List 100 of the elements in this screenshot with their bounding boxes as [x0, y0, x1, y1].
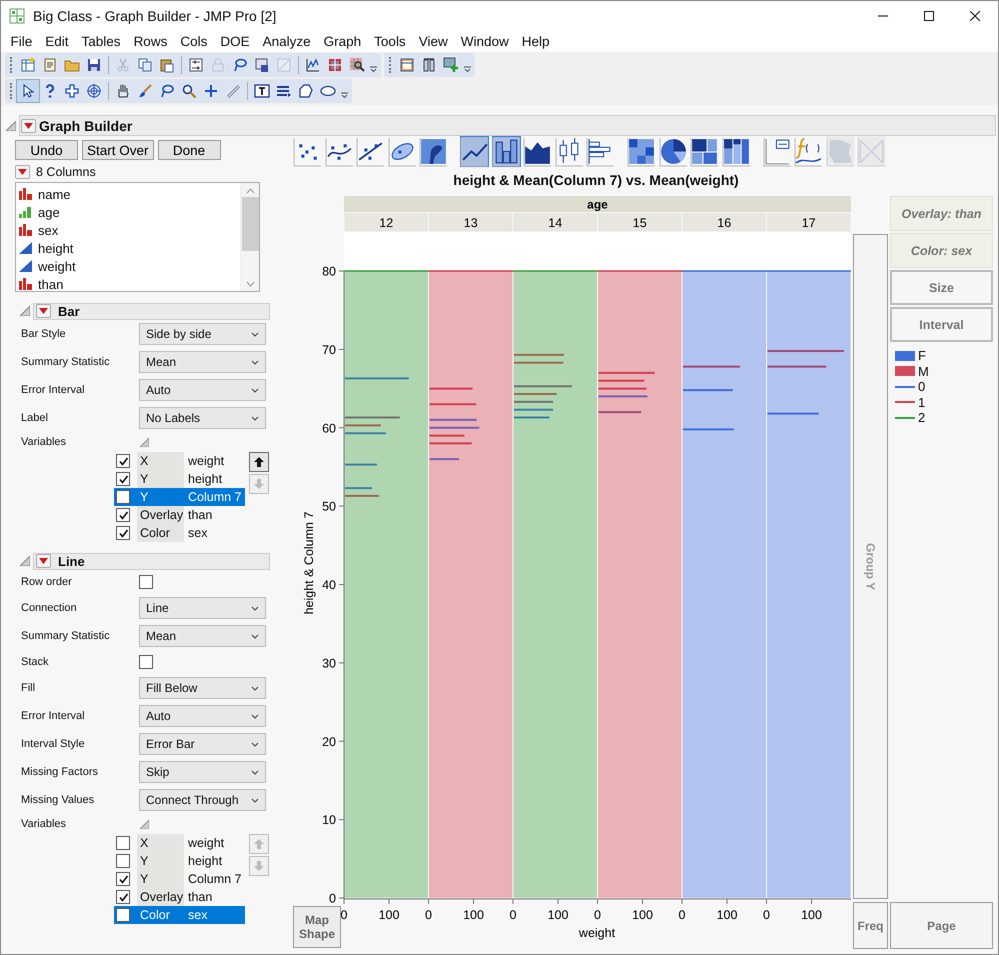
- histogram-icon[interactable]: [586, 136, 615, 167]
- lasso-icon[interactable]: [232, 57, 248, 73]
- column-item[interactable]: sex: [16, 221, 240, 239]
- drop-zone[interactable]: Color: sex: [890, 233, 993, 268]
- script-icon[interactable]: [42, 57, 58, 73]
- polygon-icon[interactable]: [298, 83, 314, 99]
- menu-item[interactable]: Analyze: [256, 34, 318, 49]
- menu-item[interactable]: Cols: [174, 34, 214, 49]
- section-header[interactable]: Line: [33, 552, 270, 570]
- target-icon[interactable]: [86, 83, 102, 99]
- pie-chart-icon[interactable]: [658, 136, 688, 167]
- checkbox[interactable]: [139, 575, 153, 589]
- menu-item[interactable]: File: [4, 34, 39, 49]
- table-icon[interactable]: [399, 57, 415, 73]
- menu-item[interactable]: Graph: [317, 34, 368, 49]
- variable-row[interactable]: Y height: [114, 852, 245, 870]
- checkbox[interactable]: [116, 526, 130, 540]
- variable-row[interactable]: Y height: [114, 470, 245, 488]
- ruler-icon[interactable]: [225, 83, 241, 99]
- scrollbar[interactable]: [240, 183, 259, 291]
- formula-icon[interactable]: [794, 136, 823, 167]
- checkbox[interactable]: [116, 890, 130, 904]
- grid-icon[interactable]: [327, 57, 343, 73]
- variable-row[interactable]: Color sex: [114, 906, 245, 924]
- dropdown[interactable]: Connect Through: [139, 789, 266, 811]
- drop-zone[interactable]: Size: [890, 270, 993, 305]
- add-image-icon[interactable]: [443, 57, 459, 73]
- menu-button[interactable]: [15, 165, 30, 179]
- dropdown[interactable]: Auto: [139, 705, 266, 727]
- sliders-icon[interactable]: [188, 57, 204, 73]
- collapse-icon[interactable]: [6, 120, 16, 130]
- menu-button[interactable]: [36, 304, 51, 318]
- grid-search-icon[interactable]: [349, 57, 365, 73]
- menu-item[interactable]: DOE: [214, 34, 256, 49]
- points-icon[interactable]: [293, 136, 322, 167]
- box-plot-icon[interactable]: [554, 136, 584, 167]
- checkbox[interactable]: [116, 472, 130, 486]
- lasso-icon[interactable]: [159, 83, 175, 99]
- area-chart-icon[interactable]: [523, 136, 552, 167]
- menu-button[interactable]: [36, 554, 51, 568]
- column-item[interactable]: than: [16, 275, 240, 293]
- lines-icon[interactable]: [276, 83, 292, 99]
- search-icon[interactable]: [181, 83, 197, 99]
- save-report-icon[interactable]: [254, 57, 270, 73]
- heatmap-icon[interactable]: [627, 136, 656, 167]
- dropdown[interactable]: Side by side: [139, 323, 266, 345]
- checkbox[interactable]: [116, 854, 130, 868]
- menu-button[interactable]: [21, 118, 36, 132]
- dropdown[interactable]: Line: [139, 597, 266, 619]
- menu-item[interactable]: Help: [515, 34, 556, 49]
- menu-item[interactable]: Edit: [38, 34, 76, 49]
- column-list[interactable]: name age sex height weight than: [15, 182, 260, 292]
- section-header[interactable]: Bar: [33, 302, 270, 320]
- plus-icon[interactable]: [203, 83, 219, 99]
- collapse-icon[interactable]: [20, 556, 30, 566]
- dropdown[interactable]: Error Bar: [139, 733, 266, 755]
- ellipse-icon[interactable]: [320, 83, 336, 99]
- brush-icon[interactable]: [137, 83, 153, 99]
- toolbar-button[interactable]: Start Over: [82, 140, 154, 160]
- variable-row[interactable]: Y Column 7: [114, 488, 245, 506]
- collapse-icon[interactable]: [20, 306, 30, 316]
- line-graph-icon[interactable]: [305, 57, 321, 73]
- checkbox[interactable]: [116, 490, 130, 504]
- columns-icon[interactable]: [421, 57, 437, 73]
- column-item[interactable]: name: [16, 185, 240, 203]
- collapse-icon[interactable]: [139, 819, 149, 829]
- checkbox[interactable]: [116, 908, 130, 922]
- bar-chart-icon[interactable]: [492, 136, 520, 167]
- panel-header[interactable]: Graph Builder: [19, 115, 996, 136]
- menu-item[interactable]: View: [412, 34, 454, 49]
- variable-row[interactable]: Overlay than: [114, 506, 245, 524]
- checkbox[interactable]: [116, 454, 130, 468]
- checkbox[interactable]: [116, 872, 130, 886]
- caption-icon[interactable]: [762, 136, 792, 167]
- overflow-icon[interactable]: [341, 92, 348, 98]
- variable-row[interactable]: X weight: [114, 452, 245, 470]
- column-item[interactable]: height: [16, 239, 240, 257]
- variable-row[interactable]: Color sex: [114, 524, 245, 542]
- contour-icon[interactable]: [419, 136, 448, 167]
- line-fit-icon[interactable]: [356, 136, 385, 167]
- paste-icon[interactable]: [159, 57, 175, 73]
- crosshair-icon[interactable]: [64, 83, 80, 99]
- checkbox[interactable]: [116, 508, 130, 522]
- column-item[interactable]: age: [16, 203, 240, 221]
- scroll-down-icon[interactable]: [246, 281, 254, 287]
- text-box-icon[interactable]: [254, 83, 270, 99]
- line-chart-icon[interactable]: [460, 136, 489, 167]
- scroll-up-icon[interactable]: [246, 188, 254, 194]
- column-item[interactable]: weight: [16, 257, 240, 275]
- treemap-icon[interactable]: [690, 136, 719, 167]
- overflow-icon[interactable]: [464, 66, 471, 72]
- freq-zone[interactable]: Freq: [853, 902, 888, 949]
- mosaic-icon[interactable]: [722, 136, 750, 167]
- menu-item[interactable]: Tables: [75, 34, 128, 49]
- smoother-icon[interactable]: [324, 136, 354, 167]
- ellipse-fit-icon[interactable]: [388, 136, 416, 167]
- toolbar-button[interactable]: Done: [158, 140, 221, 160]
- copy-icon[interactable]: [137, 57, 153, 73]
- menu-item[interactable]: Rows: [127, 34, 174, 49]
- drop-zone[interactable]: Interval: [890, 307, 993, 342]
